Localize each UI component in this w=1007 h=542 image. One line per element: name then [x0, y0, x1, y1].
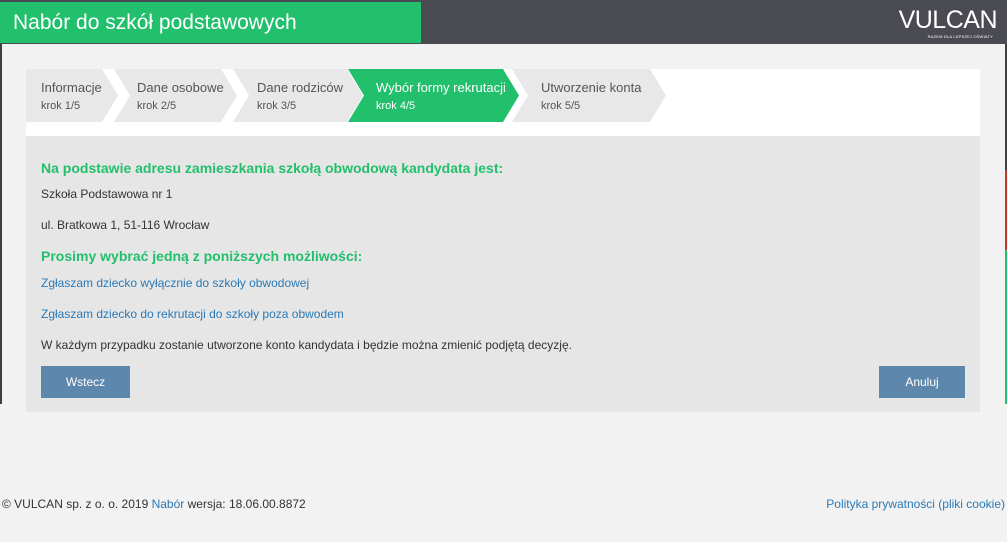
cancel-button[interactable]: Anuluj	[879, 366, 965, 398]
district-school-heading: Na podstawie adresu zamieszkania szkołą …	[41, 160, 504, 176]
step-number: krok 2/5	[137, 100, 177, 112]
step-personal-data: Dane osobowe krok 2/5	[114, 69, 237, 122]
vulcan-logo: VULCAN RAZEM DLA LEPSZEJ OŚWIATY	[897, 6, 998, 42]
recruitment-choice-panel: Na podstawie adresu zamieszkania szkołą …	[26, 136, 980, 412]
district-only-option-link[interactable]: Zgłaszam dziecko wyłącznie do szkoły obw…	[41, 276, 309, 290]
district-school-address: ul. Bratkowa 1, 51-116 Wrocław	[41, 218, 210, 232]
step-label: Dane rodziców	[257, 80, 343, 95]
outside-district-option-link[interactable]: Zgłaszam dziecko do rekrutacji do szkoły…	[41, 307, 344, 321]
step-recruitment-form: Wybór formy rekrutacji krok 4/5	[348, 69, 519, 122]
back-button[interactable]: Wstecz	[41, 366, 130, 398]
step-number: krok 3/5	[257, 100, 297, 112]
step-label: Informacje	[41, 80, 102, 95]
step-account-creation: Utworzenie konta krok 5/5	[512, 69, 666, 122]
top-bar: Nabór do szkół podstawowych VULCAN RAZEM…	[0, 0, 1007, 44]
step-information: Informacje krok 1/5	[26, 69, 118, 122]
step-label: Dane osobowe	[137, 80, 224, 95]
page-title: Nabór do szkół podstawowych	[0, 2, 421, 43]
privacy-policy-link[interactable]: Polityka prywatności (pliki cookie)	[826, 497, 1005, 511]
version-text: wersja: 18.06.00.8872	[187, 497, 306, 511]
step-parents-data: Dane rodziców krok 3/5	[233, 69, 363, 122]
choice-heading: Prosimy wybrać jedną z poniższych możliw…	[41, 248, 363, 264]
footer-info: © VULCAN sp. z o. o. 2019 Nabór wersja: …	[2, 497, 306, 511]
logo-text: VULCAN	[898, 6, 998, 34]
step-number: krok 4/5	[376, 100, 416, 112]
decision-note: W każdym przypadku zostanie utworzone ko…	[41, 338, 572, 352]
logo-tagline: RAZEM DLA LEPSZEJ OŚWIATY	[927, 34, 993, 39]
registration-wizard: Informacje krok 1/5 Dane osobowe krok 2/…	[26, 69, 980, 412]
step-label: Wybór formy rekrutacji	[376, 80, 506, 95]
step-number: krok 1/5	[41, 100, 81, 112]
app-link[interactable]: Nabór	[152, 497, 185, 511]
step-label: Utworzenie konta	[541, 80, 642, 95]
wizard-steps: Informacje krok 1/5 Dane osobowe krok 2/…	[26, 69, 726, 122]
district-school-name: Szkoła Podstawowa nr 1	[41, 187, 173, 201]
copyright-text: © VULCAN sp. z o. o. 2019	[2, 497, 149, 511]
step-number: krok 5/5	[541, 100, 581, 112]
left-edge-stripe	[0, 44, 2, 404]
